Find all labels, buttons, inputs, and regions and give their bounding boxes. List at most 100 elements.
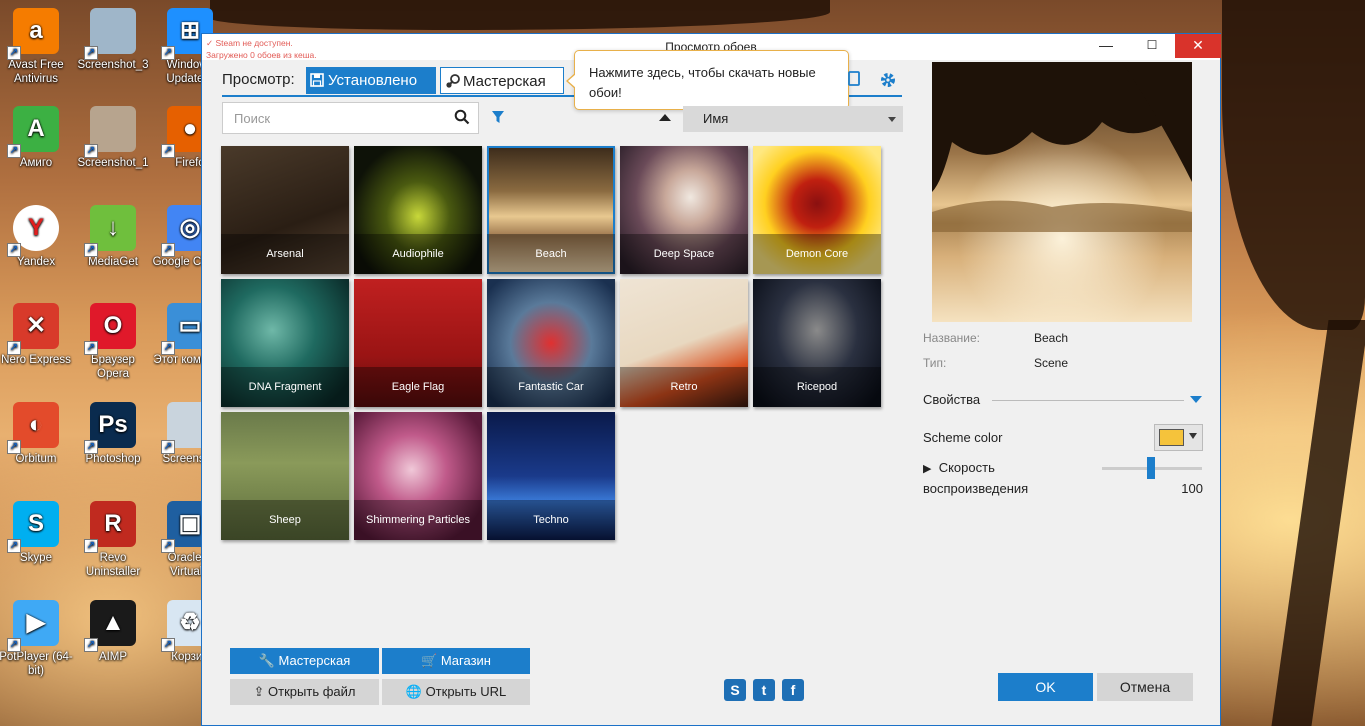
desktop-shortcut[interactable]: O ↗ Браузер Opera (74, 303, 152, 381)
shortcut-arrow-icon: ↗ (84, 243, 98, 257)
maximize-button[interactable]: ☐ (1129, 34, 1175, 58)
open-url-button-label: Открыть URL (425, 684, 507, 699)
desktop-shortcut[interactable]: ✕ ↗ Nero Express (0, 303, 75, 367)
color-swatch (1159, 429, 1184, 446)
desktop-shortcut-label: Skype (20, 552, 52, 564)
shortcut-arrow-icon: ↗ (7, 539, 21, 553)
wallpaper-tile[interactable]: Eagle Flag (354, 279, 482, 407)
tab-installed[interactable]: Установлено (306, 67, 436, 94)
wallpaper-tile[interactable]: Retro (620, 279, 748, 407)
wallpaper-tile[interactable]: Ricepod (753, 279, 881, 407)
display-icon[interactable] (848, 71, 860, 92)
play-icon[interactable]: ▶ (923, 463, 931, 475)
shop-button[interactable]: 🛒 Магазин (382, 648, 530, 674)
properties-collapse-icon[interactable] (1190, 396, 1202, 403)
workshop-button[interactable]: 🔧 Мастерская (230, 648, 379, 674)
cancel-button[interactable]: Отмена (1097, 673, 1193, 701)
screenshot-icon: ↗ (84, 106, 136, 158)
properties-title: Свойства (923, 392, 981, 407)
filter-icon[interactable] (491, 110, 505, 124)
type-label: Тип: (923, 356, 947, 370)
background-palm-leaves-top (210, 0, 830, 30)
wallpaper-tile[interactable]: Audiophile (354, 146, 482, 274)
opera-icon: O ↗ (84, 303, 136, 355)
aimp-icon: ▲ ↗ (84, 600, 136, 652)
desktop-shortcut[interactable]: ▲ ↗ AIMP (74, 600, 152, 664)
gear-icon[interactable] (879, 71, 897, 94)
globe-icon: 🌐 (405, 684, 422, 699)
desktop-shortcut[interactable]: R ↗ Revo Uninstaller (74, 501, 152, 579)
desktop-shortcut[interactable]: Y ↗ Yandex (0, 205, 75, 269)
photoshop-icon: Ps ↗ (84, 402, 136, 454)
open-url-button[interactable]: 🌐 Открыть URL (382, 679, 530, 705)
shortcut-arrow-icon: ↗ (161, 440, 175, 454)
desktop-shortcut[interactable]: ↗ Screenshot_1 (74, 106, 152, 170)
shortcut-arrow-icon: ↗ (161, 243, 175, 257)
desktop-shortcut[interactable]: ▶ ↗ PotPlayer (64-bit) (0, 600, 75, 678)
shortcut-arrow-icon: ↗ (84, 440, 98, 454)
desktop-shortcut-label: Yandex (16, 256, 56, 268)
desktop-shortcut[interactable]: ↗ Screenshot_3 (74, 8, 152, 72)
wallpaper-tile[interactable]: Arsenal (221, 146, 349, 274)
shortcut-arrow-icon: ↗ (7, 638, 21, 652)
shortcut-arrow-icon: ↗ (161, 539, 175, 553)
desktop-shortcut-label: Revo Uninstaller (85, 552, 141, 578)
background-palm-leaves-right (1222, 0, 1365, 330)
twitter-icon[interactable]: t (753, 679, 775, 701)
wallpaper-tile[interactable]: DNA Fragment (221, 279, 349, 407)
skype-icon: S ↗ (7, 501, 59, 553)
steam-icon (445, 68, 461, 104)
shortcut-arrow-icon: ↗ (84, 539, 98, 553)
wallpaper-tile[interactable]: Sheep (221, 412, 349, 540)
shortcut-arrow-icon: ↗ (84, 46, 98, 60)
wallpaper-tile-label: Techno (487, 500, 615, 540)
search-input[interactable] (223, 103, 443, 133)
facebook-icon[interactable]: f (782, 679, 804, 701)
potplayer-icon: ▶ ↗ (7, 600, 59, 652)
shortcut-arrow-icon: ↗ (161, 144, 175, 158)
desktop-shortcut-label: MediaGet (88, 256, 138, 268)
desktop-shortcut[interactable]: S ↗ Skype (0, 501, 75, 565)
shortcut-arrow-icon: ↗ (7, 341, 21, 355)
open-file-button[interactable]: ⇪ Открыть файл (230, 679, 379, 705)
scheme-color-picker[interactable] (1154, 424, 1203, 451)
wallpaper-tile-label: Arsenal (221, 234, 349, 274)
tab-workshop-label: Мастерская (463, 73, 546, 90)
wallpaper-tile-label: Audiophile (354, 234, 482, 274)
screenshot-icon: ↗ (84, 8, 136, 60)
ok-button[interactable]: OK (998, 673, 1093, 701)
sort-select[interactable]: Имя (683, 106, 903, 132)
desktop-shortcut[interactable]: ↓ ↗ MediaGet (74, 205, 152, 269)
desktop-shortcut[interactable]: A ↗ Амиго (0, 106, 75, 170)
search-icon[interactable] (454, 109, 470, 125)
desktop-shortcut[interactable]: Ps ↗ Photoshop (74, 402, 152, 466)
tab-workshop[interactable]: Мастерская (440, 67, 564, 94)
wallpaper-tile-label: Deep Space (620, 234, 748, 274)
desktop-shortcut[interactable]: ◐ ↗ Orbitum (0, 402, 75, 466)
desktop-shortcut-label: Screenshot_3 (77, 59, 149, 71)
minimize-button[interactable]: — (1083, 34, 1129, 58)
wallpaper-tile-label: DNA Fragment (221, 367, 349, 407)
speed-slider-thumb[interactable] (1147, 457, 1155, 479)
wallpaper-tile[interactable]: Fantastic Car (487, 279, 615, 407)
workshop-button-label: Мастерская (278, 653, 351, 668)
tab-installed-label: Установлено (328, 72, 418, 89)
nero-icon: ✕ ↗ (7, 303, 59, 355)
wallpaper-tile[interactable]: Shimmering Particles (354, 412, 482, 540)
wallpaper-tile-label: Retro (620, 367, 748, 407)
wallpaper-tile[interactable]: Deep Space (620, 146, 748, 274)
sort-selected-value: Имя (703, 111, 729, 126)
wallpaper-preview (932, 62, 1192, 322)
shortcut-arrow-icon: ↗ (161, 638, 175, 652)
wallpaper-tile[interactable]: Beach (487, 146, 615, 274)
shortcut-arrow-icon: ↗ (161, 46, 175, 60)
steam-social-icon[interactable]: S (724, 679, 746, 701)
wallpaper-tile[interactable]: Techno (487, 412, 615, 540)
wrench-icon: 🔧 (258, 653, 275, 668)
desktop-shortcut[interactable]: a ↗ Avast Free Antivirus (0, 8, 75, 86)
sort-direction-icon[interactable] (659, 114, 671, 121)
wallpaper-tile[interactable]: Demon Core (753, 146, 881, 274)
open-file-button-label: Открыть файл (268, 684, 356, 699)
close-button[interactable]: ✕ (1175, 34, 1221, 58)
shortcut-arrow-icon: ↗ (84, 341, 98, 355)
